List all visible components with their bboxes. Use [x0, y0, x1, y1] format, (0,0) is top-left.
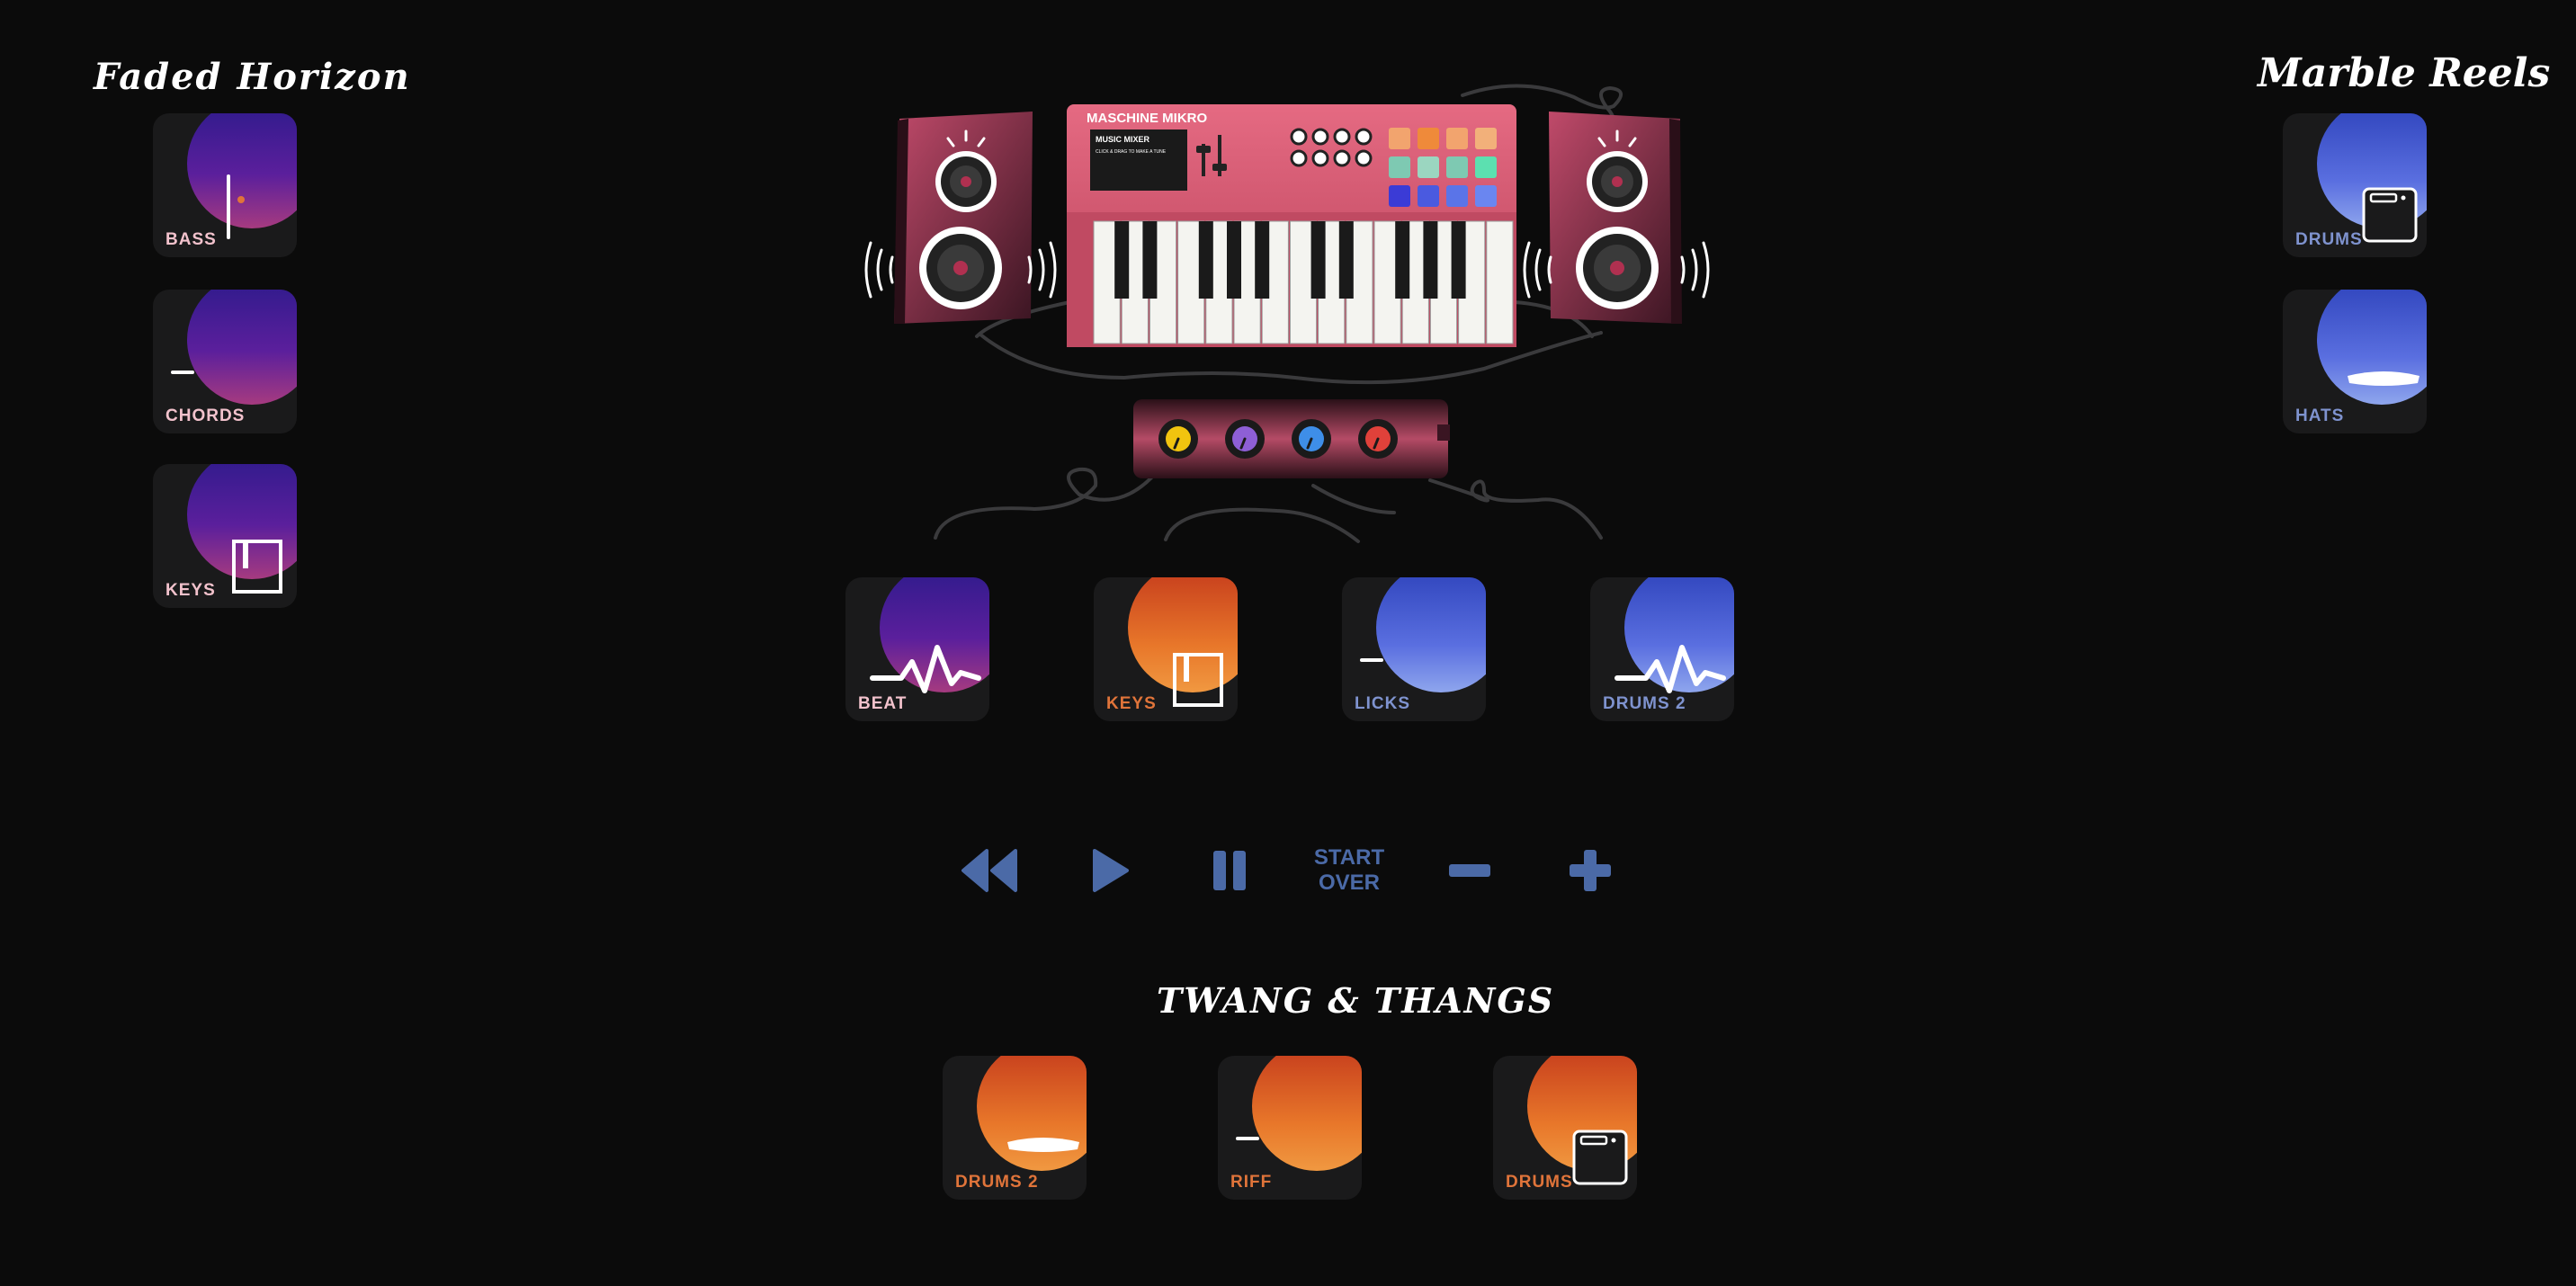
- black-key: [1395, 221, 1410, 299]
- cable: [934, 466, 1162, 540]
- black-key: [1142, 221, 1158, 299]
- tile-faded-horizon-keys[interactable]: KEYS: [153, 464, 297, 608]
- play-icon: [1093, 849, 1129, 892]
- tile-twang-drums[interactable]: DRUMS: [1493, 1056, 1637, 1200]
- pause-icon: [1213, 851, 1246, 890]
- slot-label: DRUMS 2: [1603, 694, 1686, 713]
- mixer-knob-1[interactable]: [1158, 419, 1198, 459]
- slot-label: KEYS: [1106, 694, 1157, 713]
- rewind-icon: [962, 849, 1017, 892]
- black-key: [1227, 221, 1241, 299]
- pack-title-marble-reels: Marble Reels: [2258, 50, 2551, 96]
- tile-faded-horizon-chords[interactable]: CHORDS: [153, 290, 297, 433]
- start-over-label: START OVER: [1313, 845, 1385, 895]
- pack-title-faded-horizon: Faded Horizon: [94, 56, 411, 98]
- tile-twang-drums-2[interactable]: DRUMS 2: [943, 1056, 1087, 1200]
- black-key: [1423, 221, 1438, 299]
- keyboard-screen-subtitle: CLICK & DRAG TO MAKE A TUNE: [1096, 149, 1167, 155]
- slot-label: LICKS: [1355, 694, 1410, 713]
- pack-title-twang-thangs: TWANG & THANGS: [1157, 980, 1555, 1021]
- left-speaker: [864, 112, 1057, 324]
- keyboard-brand: MASCHINE MIKRO: [1087, 111, 1207, 126]
- black-key: [1114, 221, 1130, 299]
- volume-down-button[interactable]: [1436, 842, 1504, 899]
- slot-label: BEAT: [858, 694, 908, 713]
- tile-twang-riff[interactable]: RIFF: [1218, 1056, 1362, 1200]
- black-key: [1310, 221, 1326, 299]
- tile-label: BASS: [165, 230, 217, 249]
- mixer-knob-2[interactable]: [1225, 419, 1265, 459]
- black-key: [1338, 221, 1354, 299]
- mixer-slot-4[interactable]: DRUMS 2: [1590, 577, 1734, 721]
- mixer-knob-4[interactable]: [1358, 419, 1398, 459]
- mixer-slot-1[interactable]: BEAT: [845, 577, 989, 721]
- tile-label: DRUMS: [2295, 230, 2363, 249]
- tile-label: HATS: [2295, 406, 2345, 425]
- keyboard-screen-title: MUSIC MIXER: [1096, 135, 1150, 144]
- mixer-knob-3[interactable]: [1292, 419, 1331, 459]
- tile-label: CHORDS: [165, 406, 246, 425]
- play-button[interactable]: [1076, 842, 1144, 899]
- tile-marble-reels-hats[interactable]: HATS: [2283, 290, 2427, 433]
- mixer-strip: [1133, 399, 1450, 478]
- cable: [1311, 484, 1396, 514]
- drum-machine-icon: [2362, 187, 2418, 243]
- plus-icon: [1570, 850, 1611, 891]
- cable: [1428, 478, 1603, 540]
- tile-label: KEYS: [165, 581, 216, 600]
- tile-label: RIFF: [1230, 1173, 1273, 1192]
- tile-label: DRUMS 2: [955, 1173, 1039, 1192]
- music-stage: MASCHINE MIKRO MUSIC MIXER CLICK & DRAG …: [864, 84, 1710, 543]
- black-key: [1451, 221, 1466, 299]
- cable: [1164, 507, 1360, 543]
- tile-faded-horizon-bass[interactable]: BASS: [153, 113, 297, 257]
- tile-marble-reels-drums[interactable]: DRUMS: [2283, 113, 2427, 257]
- rewind-button[interactable]: [955, 842, 1024, 899]
- mixer-slot-2[interactable]: KEYS: [1094, 577, 1238, 721]
- mixer-slot-3[interactable]: LICKS: [1342, 577, 1486, 721]
- pause-button[interactable]: [1196, 842, 1265, 899]
- start-over-button[interactable]: START OVER: [1306, 842, 1392, 899]
- black-key: [1198, 221, 1213, 299]
- right-speaker: [1523, 112, 1710, 324]
- white-key: [1486, 220, 1514, 344]
- volume-up-button[interactable]: [1556, 842, 1624, 899]
- black-key: [1255, 221, 1270, 299]
- drum-machine-icon: [1572, 1130, 1628, 1185]
- minus-icon: [1449, 864, 1490, 877]
- tile-label: DRUMS: [1506, 1173, 1573, 1192]
- keyboard-controller: MASCHINE MIKRO MUSIC MIXER CLICK & DRAG …: [1067, 104, 1516, 347]
